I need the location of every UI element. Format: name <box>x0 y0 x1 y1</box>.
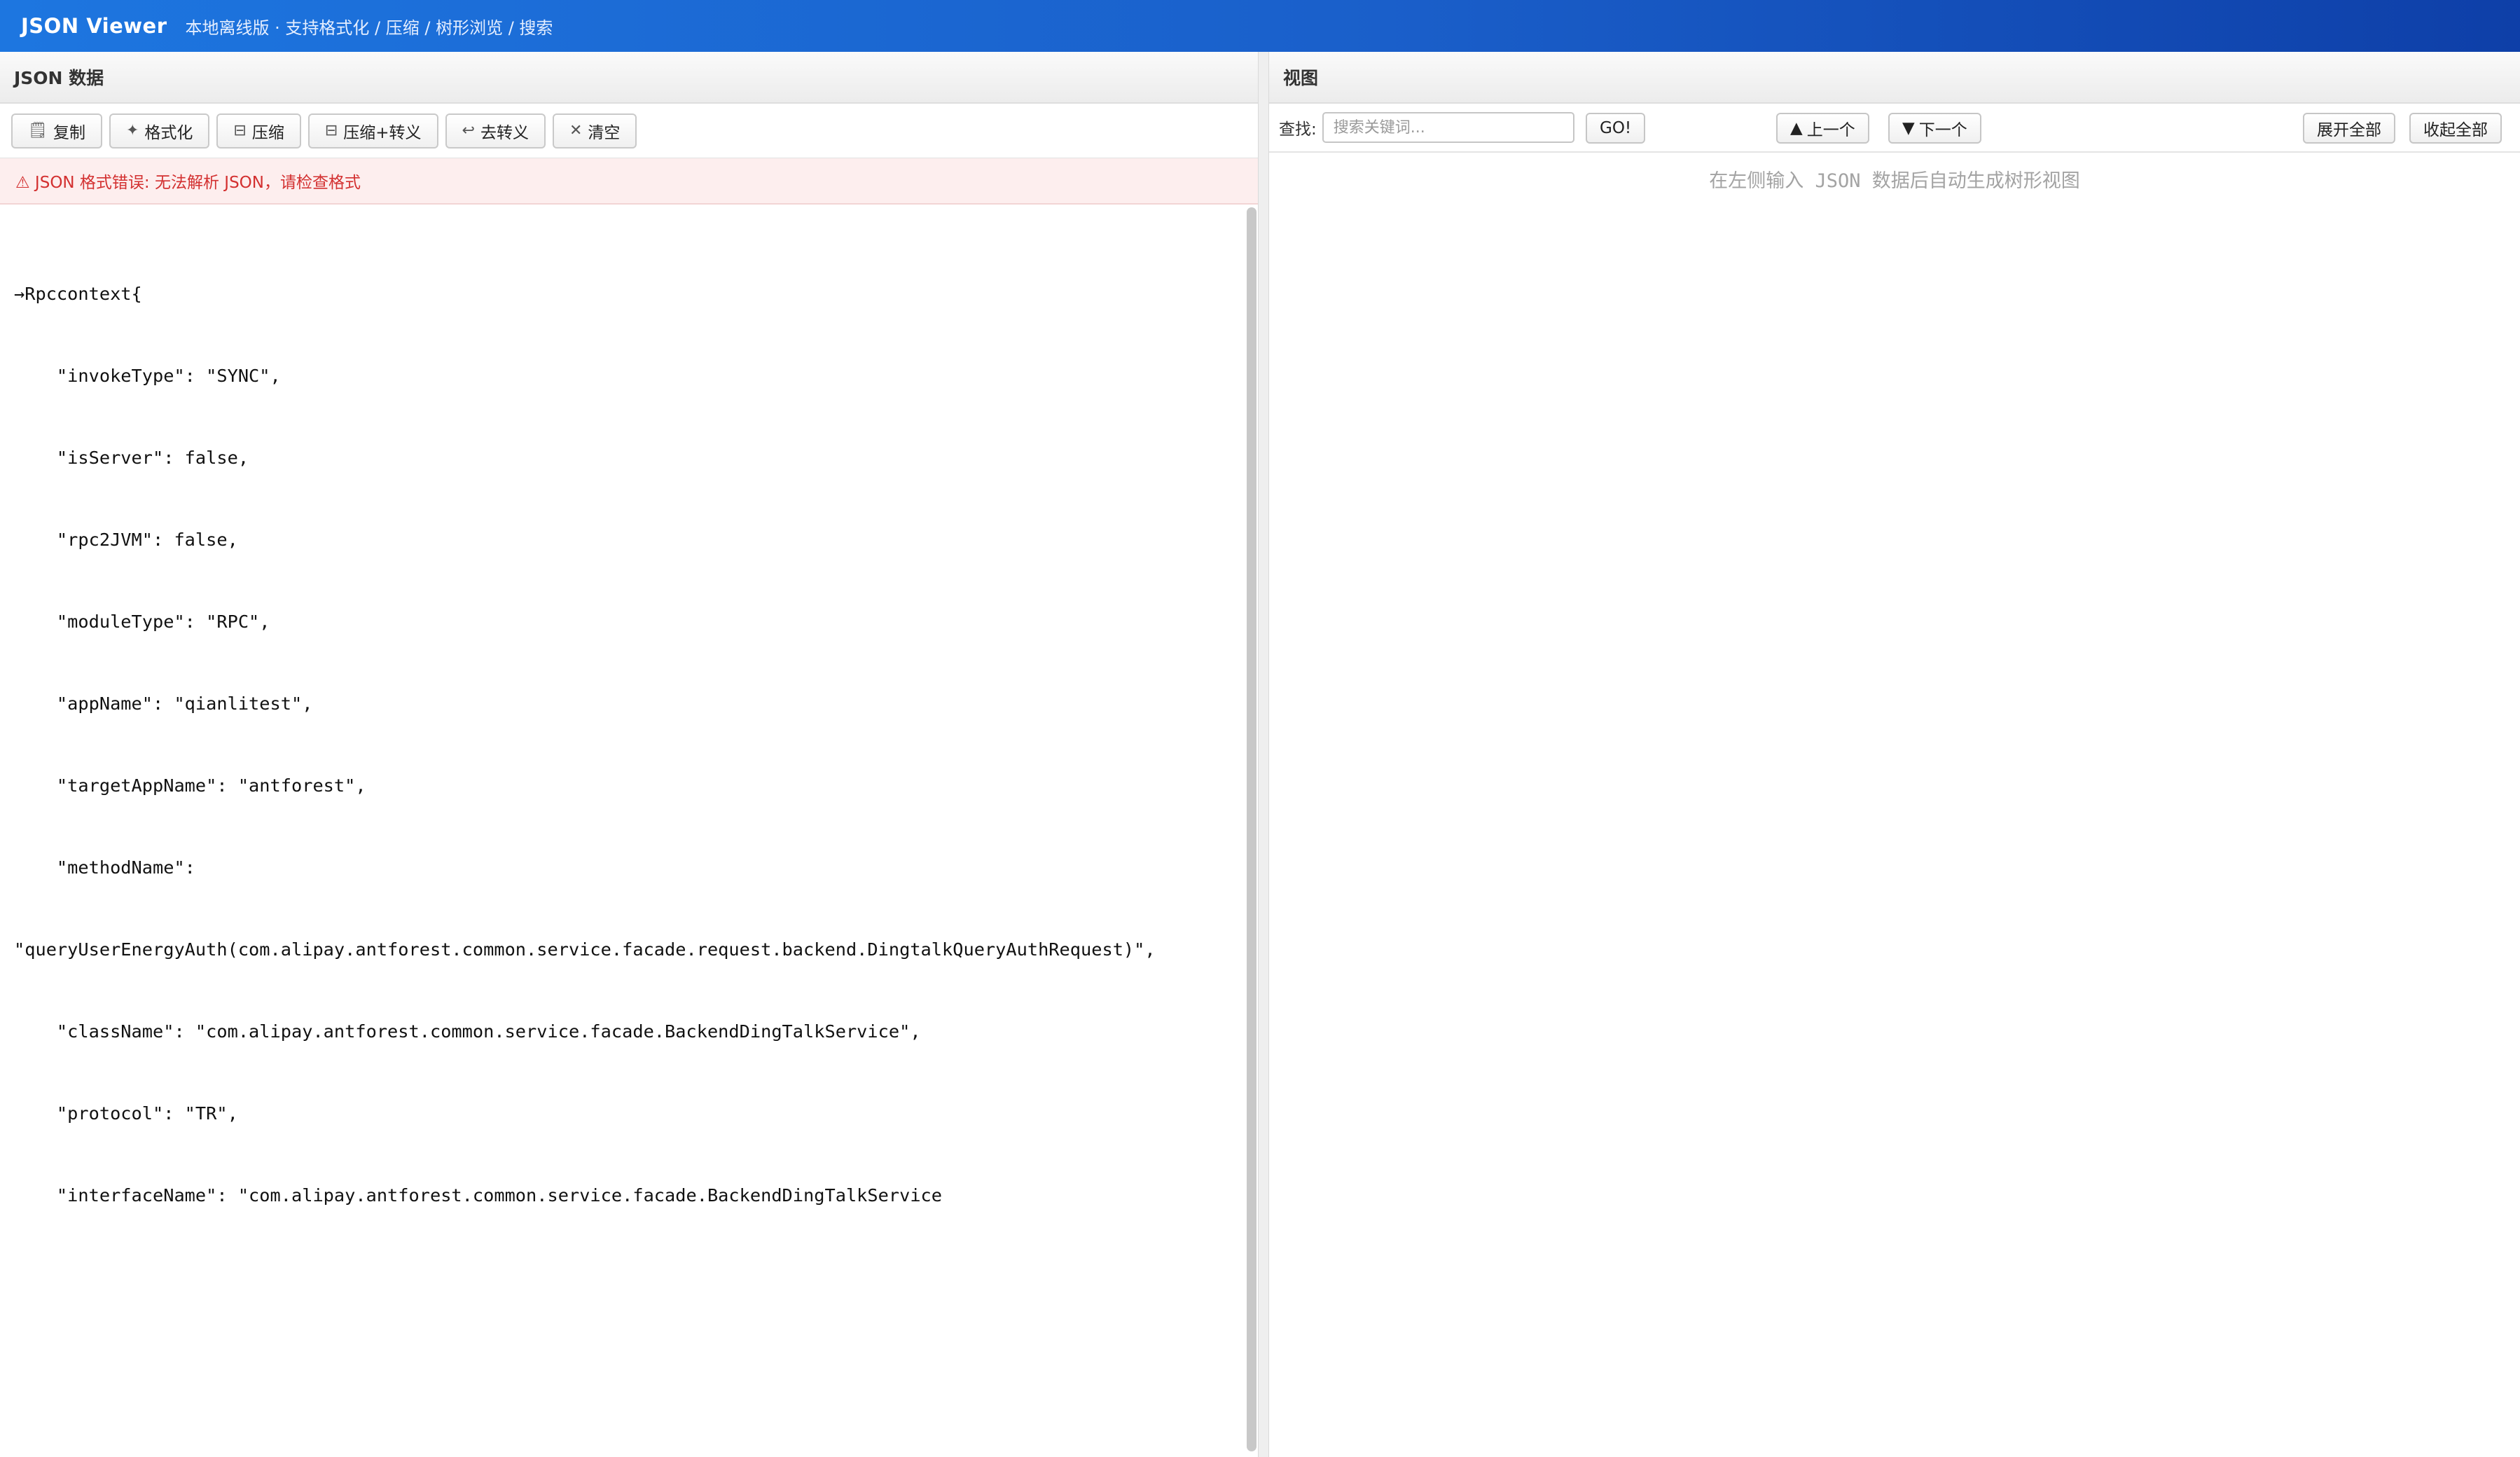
clear-button-label: 清空 <box>588 123 621 142</box>
code-line: "isServer": false, <box>14 448 249 468</box>
copy-button-label: 复制 <box>53 123 85 142</box>
code-line: "queryUserEnergyAuth(com.alipay.antfores… <box>14 939 1156 960</box>
format-button[interactable]: ✦ 格式化 <box>109 113 210 149</box>
title-bar: JSON Viewer 本地离线版 · 支持格式化 / 压缩 / 树形浏览 / … <box>0 0 2520 52</box>
next-match-label: 下一个 <box>1918 121 1967 139</box>
tree-empty-hint: 在左侧输入 JSON 数据后自动生成树形视图 <box>1709 170 2080 192</box>
code-line: "rpc2JVM": false, <box>14 530 238 550</box>
code-line: "appName": "qianlitest", <box>14 693 313 714</box>
close-icon: ✕ <box>569 122 583 139</box>
go-button[interactable]: GO! <box>1586 113 1646 144</box>
json-toolbar: 🗒︎ 复制 ✦ 格式化 ⊟ 压缩 ⊟ 压缩+转义 ↩ 去转义 ✕ 清空 <box>0 104 1258 158</box>
compress-escape-button-label: 压缩+转义 <box>343 123 422 142</box>
json-panel-title: JSON 数据 <box>0 52 1258 104</box>
prev-match-label: 上一个 <box>1806 121 1855 139</box>
app-title: JSON Viewer <box>21 14 167 38</box>
search-bar: 查找: GO! ▲ 上一个 ▼ 下一个 展开全部 收起全部 <box>1269 104 2520 153</box>
tree-view-panel: 视图 查找: GO! ▲ 上一个 ▼ 下一个 展开全部 收起全部 在左侧输入 J… <box>1269 52 2520 1457</box>
code-line: "targetAppName": "antforest", <box>14 775 366 796</box>
editor-scrollbar[interactable] <box>1247 207 1256 1451</box>
code-line: "invokeType": "SYNC", <box>14 366 281 386</box>
expand-all-label: 展开全部 <box>2317 121 2381 139</box>
code-line: →Rpccontext{ <box>14 284 142 304</box>
compress-escape-button[interactable]: ⊟ 压缩+转义 <box>307 113 438 149</box>
app-subtitle: 本地离线版 · 支持格式化 / 压缩 / 树形浏览 / 搜索 <box>185 18 553 38</box>
format-button-label: 格式化 <box>144 123 193 142</box>
triangle-up-icon: ▲ <box>1790 119 1803 137</box>
prev-match-button[interactable]: ▲ 上一个 <box>1776 113 1869 144</box>
app-window: JSON Viewer 本地离线版 · 支持格式化 / 压缩 / 树形浏览 / … <box>0 0 2520 1457</box>
json-editor[interactable]: →Rpccontext{ "invokeType": "SYNC", "isSe… <box>0 205 1258 1457</box>
code-line: "className": "com.alipay.antforest.commo… <box>14 1021 921 1042</box>
unescape-button[interactable]: ↩ 去转义 <box>445 113 546 149</box>
json-input-panel: JSON 数据 🗒︎ 复制 ✦ 格式化 ⊟ 压缩 ⊟ 压缩+转义 ↩ 去转义 ✕… <box>0 52 1258 1457</box>
compress-icon: ⊟ <box>324 122 338 139</box>
compress-icon: ⊟ <box>233 122 247 139</box>
triangle-down-icon: ▼ <box>1902 119 1915 137</box>
view-panel-title: 视图 <box>1269 52 2520 104</box>
collapse-all-label: 收起全部 <box>2423 121 2488 139</box>
go-button-label: GO! <box>1600 119 1632 137</box>
code-line: "interfaceName": "com.alipay.antforest.c… <box>14 1185 943 1206</box>
sparkle-icon: ✦ <box>125 122 139 139</box>
code-line: "methodName": <box>14 857 195 878</box>
collapse-all-button[interactable]: 收起全部 <box>2409 113 2502 144</box>
unescape-button-label: 去转义 <box>480 123 529 142</box>
code-line: "moduleType": "RPC", <box>14 612 270 632</box>
next-match-button[interactable]: ▼ 下一个 <box>1888 113 1981 144</box>
return-arrow-icon: ↩ <box>462 122 475 139</box>
expand-all-button[interactable]: 展开全部 <box>2303 113 2395 144</box>
code-line: "protocol": "TR", <box>14 1103 238 1124</box>
copy-button[interactable]: 🗒︎ 复制 <box>11 113 102 149</box>
compress-button[interactable]: ⊟ 压缩 <box>216 113 301 149</box>
clear-button[interactable]: ✕ 清空 <box>552 113 637 149</box>
compress-button-label: 压缩 <box>251 123 284 142</box>
search-label: 查找: <box>1279 120 1317 139</box>
search-input[interactable] <box>1322 112 1574 143</box>
panel-resize-handle[interactable] <box>1258 52 1269 1457</box>
clipboard-icon: 🗒︎ <box>28 122 48 139</box>
json-error-message: ⚠ JSON 格式错误: 无法解析 JSON，请检查格式 <box>0 158 1258 205</box>
